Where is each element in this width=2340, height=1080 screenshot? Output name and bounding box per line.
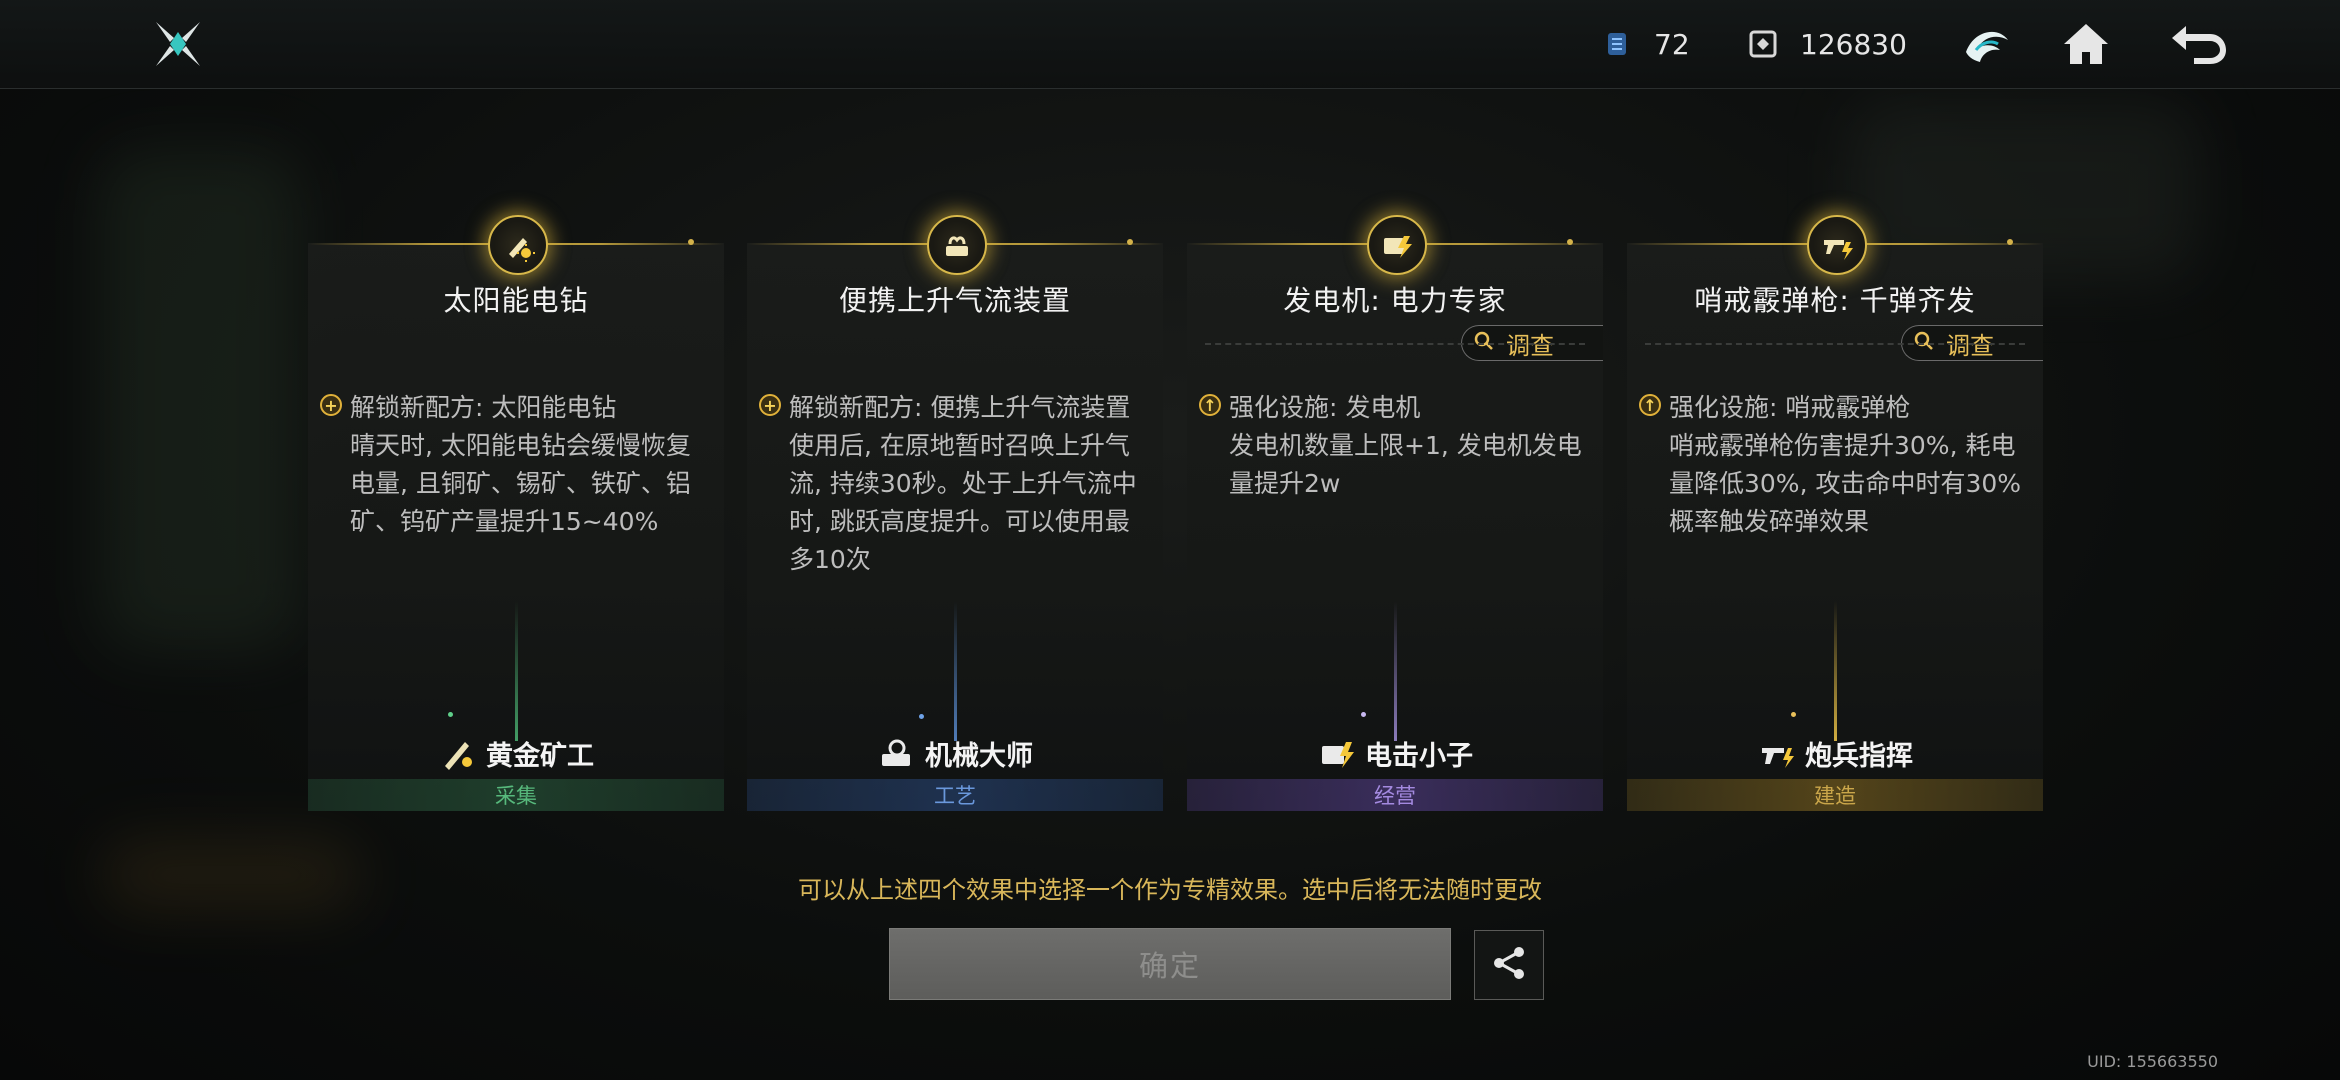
effect-block: ↑ 强化设施: 发电机 发电机数量上限+1, 发电机发电量提升2w bbox=[1199, 389, 1591, 503]
card-title: 发电机: 电力专家 bbox=[1283, 284, 1507, 317]
miner-pickaxe-icon bbox=[438, 733, 478, 773]
card-top-dot bbox=[1567, 239, 1573, 245]
effect-head: 强化设施: 发电机 bbox=[1229, 393, 1421, 422]
profession-name: 炮兵指挥 bbox=[1805, 740, 1913, 772]
selection-notice: 可以从上述四个效果中选择一个作为专精效果。选中后将无法随时更改 bbox=[798, 876, 1542, 904]
category-label: 建造 bbox=[1627, 779, 2043, 811]
share-icon bbox=[1489, 943, 1529, 987]
card-top-dot bbox=[688, 239, 694, 245]
crossed-blades-logo-icon[interactable] bbox=[152, 18, 204, 70]
unlock-plus-icon: + bbox=[759, 394, 781, 416]
effect-head: 解锁新配方: 便携上升气流装置 bbox=[789, 393, 1131, 422]
solar-drill-emblem-icon bbox=[488, 215, 548, 275]
card-title: 太阳能电钻 bbox=[443, 284, 589, 317]
upgrade-arrow-icon: ↑ bbox=[1199, 394, 1221, 416]
effect-body: 哨戒霰弹枪伤害提升30%, 耗电量降低30%, 攻击命中时有30%概率触发碎弹效… bbox=[1669, 431, 2022, 536]
energy-resource: 72 bbox=[1600, 24, 1690, 64]
beam-spark bbox=[919, 714, 924, 719]
sentry-shotgun-emblem-icon bbox=[1807, 215, 1867, 275]
profession-label: 机械大师 bbox=[747, 731, 1163, 775]
beam-spark bbox=[1361, 712, 1366, 717]
beam-spark bbox=[448, 712, 453, 717]
effect-block: ↑ 强化设施: 哨戒霰弹枪 哨戒霰弹枪伤害提升30%, 耗电量降低30%, 攻击… bbox=[1639, 389, 2031, 541]
profession-name: 机械大师 bbox=[925, 740, 1033, 772]
updraft-device-emblem-icon bbox=[927, 215, 987, 275]
token-resource: 126830 bbox=[1746, 24, 1907, 64]
divider bbox=[1645, 343, 2025, 345]
wave-emblem-icon[interactable] bbox=[1955, 14, 2019, 74]
beam-spark bbox=[1791, 712, 1796, 717]
effect-head: 强化设施: 哨戒霰弹枪 bbox=[1669, 393, 1911, 422]
generator-emblem-icon bbox=[1367, 215, 1427, 275]
card-top-dot bbox=[1127, 239, 1133, 245]
home-icon[interactable] bbox=[2054, 14, 2118, 74]
share-button[interactable] bbox=[1474, 930, 1544, 1000]
effect-body: 发电机数量上限+1, 发电机发电量提升2w bbox=[1229, 431, 1582, 498]
category-label: 工艺 bbox=[747, 779, 1163, 811]
profession-beam bbox=[1834, 601, 1837, 741]
artillery-turret-icon bbox=[1757, 733, 1797, 773]
category-label: 采集 bbox=[308, 779, 724, 811]
effect-head: 解锁新配方: 太阳能电钻 bbox=[350, 393, 617, 422]
unlock-plus-icon: + bbox=[320, 394, 342, 416]
card-title: 便携上升气流装置 bbox=[838, 284, 1071, 317]
specialization-card-2[interactable]: 便携上升气流装置 + 解锁新配方: 便携上升气流装置 使用后, 在原地暂时召唤上… bbox=[747, 215, 1163, 811]
profession-label: 炮兵指挥 bbox=[1627, 731, 2043, 775]
effect-body: 晴天时, 太阳能电钻会缓慢恢复电量, 且铜矿、锡矿、铁矿、铝矿、钨矿产量提升15… bbox=[350, 431, 691, 536]
confirm-button[interactable]: 确定 bbox=[889, 928, 1451, 1000]
profession-name: 电击小子 bbox=[1365, 740, 1473, 772]
category-label: 经营 bbox=[1187, 779, 1603, 811]
user-id: UID: 155663550 bbox=[2087, 1052, 2218, 1071]
profession-label: 黄金矿工 bbox=[308, 731, 724, 775]
card-title: 哨戒霰弹枪: 千弹齐发 bbox=[1694, 284, 1976, 317]
token-value: 126830 bbox=[1800, 27, 1907, 61]
upgrade-arrow-icon: ↑ bbox=[1639, 394, 1661, 416]
electric-generator-icon bbox=[1317, 733, 1357, 773]
back-arrow-icon[interactable] bbox=[2166, 14, 2230, 74]
energy-value: 72 bbox=[1654, 27, 1690, 61]
profession-beam bbox=[954, 601, 957, 741]
effect-block: + 解锁新配方: 便携上升气流装置 使用后, 在原地暂时召唤上升气流, 持续30… bbox=[759, 389, 1151, 579]
profession-label: 电击小子 bbox=[1187, 731, 1603, 775]
profession-beam bbox=[1394, 601, 1397, 741]
profession-beam bbox=[515, 601, 518, 741]
energy-chip-icon bbox=[1600, 27, 1634, 61]
divider bbox=[1205, 343, 1585, 345]
effect-body: 使用后, 在原地暂时召唤上升气流, 持续30秒。处于上升气流中时, 跳跃高度提升… bbox=[789, 431, 1137, 574]
mechanic-gear-icon bbox=[877, 733, 917, 773]
card-top-dot bbox=[2007, 239, 2013, 245]
token-cube-icon bbox=[1746, 27, 1780, 61]
top-bar: 72 126830 bbox=[0, 0, 2340, 89]
profession-name: 黄金矿工 bbox=[486, 740, 594, 772]
specialization-card-3[interactable]: 发电机: 电力专家 调查 ↑ 强化设施: 发电机 发电机数量上限+1, 发电机发… bbox=[1187, 215, 1603, 811]
specialization-card-1[interactable]: 太阳能电钻 + 解锁新配方: 太阳能电钻 晴天时, 太阳能电钻会缓慢恢复电量, … bbox=[308, 215, 724, 811]
specialization-card-4[interactable]: 哨戒霰弹枪: 千弹齐发 调查 ↑ 强化设施: 哨戒霰弹枪 哨戒霰弹枪伤害提升30… bbox=[1627, 215, 2043, 811]
effect-block: + 解锁新配方: 太阳能电钻 晴天时, 太阳能电钻会缓慢恢复电量, 且铜矿、锡矿… bbox=[320, 389, 712, 541]
